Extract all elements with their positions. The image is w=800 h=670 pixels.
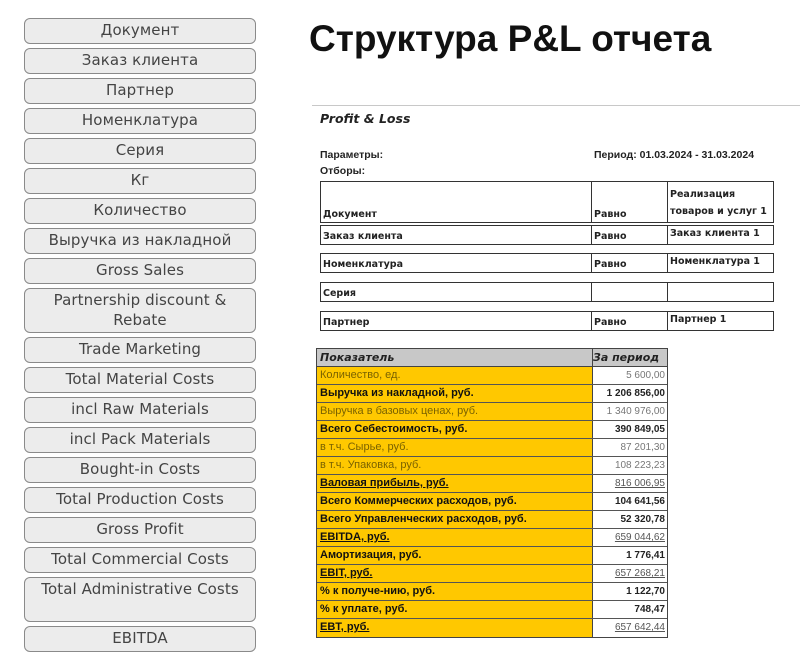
table-row: Количество, ед. 5 600,00 [317, 367, 667, 385]
field-item[interactable]: Bought-in Costs [24, 457, 256, 483]
metric-label: Выручка из накладной, руб. [317, 385, 593, 402]
metric-label: Выручка в базовых ценах, руб. [317, 403, 593, 420]
field-item[interactable]: Партнер [24, 78, 256, 104]
filter-value: Реализация товаров и услуг 1 [670, 189, 767, 217]
metric-label: Всего Себестоимость, руб. [317, 421, 593, 438]
field-item[interactable]: EBITDA [24, 626, 256, 652]
metric-value: 657 642,44 [593, 619, 667, 637]
params-label: Параметры: [320, 149, 384, 161]
metric-value: 1 340 976,00 [593, 403, 667, 420]
metric-label: Всего Управленческих расходов, руб. [317, 511, 593, 528]
field-item[interactable]: Trade Marketing [24, 337, 256, 363]
report-title: Profit & Loss [320, 111, 411, 126]
metric-value: 5 600,00 [593, 367, 667, 384]
metric-value: 816 006,95 [593, 475, 667, 492]
metric-label: % к уплате, руб. [317, 601, 593, 618]
field-item[interactable]: Total Production Costs [24, 487, 256, 513]
column-header: За период [593, 349, 667, 366]
metric-value: 108 223,23 [593, 457, 667, 474]
filter-condition: Равно [592, 254, 668, 272]
filter-row: Серия [320, 282, 774, 302]
metric-label: Всего Коммерческих расходов, руб. [317, 493, 593, 510]
table-row: Всего Управленческих расходов, руб. 52 32… [317, 511, 667, 529]
table-row: EBITDA, руб. 659 044,62 [317, 529, 667, 547]
table-row: EBT, руб. 657 642,44 [317, 619, 667, 637]
metric-value: 657 268,21 [593, 565, 667, 582]
filter-field: Заказ клиента [321, 226, 592, 244]
table-header: Показатель За период [317, 349, 667, 367]
field-item[interactable]: Total Commercial Costs [24, 547, 256, 573]
metric-label: EBIT, руб. [317, 565, 593, 582]
filter-row: Номенклатура Равно Номенклатура 1 [320, 253, 774, 273]
metric-value: 659 044,62 [593, 529, 667, 546]
filter-value [668, 283, 773, 301]
filter-field: Документ [321, 182, 592, 222]
metric-value: 390 849,05 [593, 421, 667, 438]
table-row: Амортизация, руб. 1 776,41 [317, 547, 667, 565]
filter-condition: Равно [592, 312, 668, 330]
metric-label: EBITDA, руб. [317, 529, 593, 546]
divider [312, 105, 800, 106]
filter-row: Документ Равно Реализация товаров и услуг … [320, 181, 774, 223]
metric-label: EBT, руб. [317, 619, 593, 637]
filter-field: Серия [321, 283, 592, 301]
field-item[interactable]: Количество [24, 198, 256, 224]
metric-label: в т.ч. Упаковка, руб. [317, 457, 593, 474]
field-item[interactable]: Заказ клиента [24, 48, 256, 74]
filter-field: Номенклатура [321, 254, 592, 272]
field-item[interactable]: Gross Sales [24, 258, 256, 284]
table-row: Всего Коммерческих расходов, руб. 104 641… [317, 493, 667, 511]
field-item[interactable]: Gross Profit [24, 517, 256, 543]
filter-condition: Равно [592, 226, 668, 244]
filter-row: Партнер Равно Партнер 1 [320, 311, 774, 331]
metric-value: 748,47 [593, 601, 667, 618]
filter-value: Партнер 1 [670, 314, 727, 325]
field-item[interactable]: Partnership discount & Rebate [24, 288, 256, 333]
period-label: Период: 01.03.2024 - 31.03.2024 [594, 149, 755, 161]
metric-value: 1 206 856,00 [593, 385, 667, 402]
field-item[interactable]: incl Raw Materials [24, 397, 256, 423]
filter-condition: Равно [592, 182, 668, 222]
field-item[interactable]: Выручка из накладной [24, 228, 256, 254]
field-item[interactable]: Серия [24, 138, 256, 164]
metric-value: 1 776,41 [593, 547, 667, 564]
table-row: Всего Себестоимость, руб. 390 849,05 [317, 421, 667, 439]
metric-label: Валовая прибыль, руб. [317, 475, 593, 492]
table-row: EBIT, руб. 657 268,21 [317, 565, 667, 583]
table-row: в т.ч. Упаковка, руб. 108 223,23 [317, 457, 667, 475]
filter-value: Заказ клиента 1 [670, 228, 760, 239]
metric-label: Амортизация, руб. [317, 547, 593, 564]
field-item[interactable]: Документ [24, 18, 256, 44]
filter-condition [592, 283, 668, 301]
filters-label: Отборы: [320, 165, 366, 177]
table-row: % к получе-нию, руб. 1 122,70 [317, 583, 667, 601]
metric-label: % к получе-нию, руб. [317, 583, 593, 600]
pl-table: Показатель За период Количество, ед. 5 600,… [316, 348, 668, 638]
field-item[interactable]: Кг [24, 168, 256, 194]
table-row: в т.ч. Сырье, руб. 87 201,30 [317, 439, 667, 457]
metric-value: 1 122,70 [593, 583, 667, 600]
table-row: Выручка из накладной, руб. 1 206 856,00 [317, 385, 667, 403]
page-title: Структура P&L отчета [309, 18, 712, 59]
metric-value: 52 320,78 [593, 511, 667, 528]
field-item[interactable]: Total Material Costs [24, 367, 256, 393]
metric-label: в т.ч. Сырье, руб. [317, 439, 593, 456]
table-row: Валовая прибыль, руб. 816 006,95 [317, 475, 667, 493]
metric-value: 87 201,30 [593, 439, 667, 456]
filter-value: Номенклатура 1 [670, 256, 760, 267]
metric-label: Количество, ед. [317, 367, 593, 384]
field-item[interactable]: Total Administrative Costs [24, 577, 256, 622]
column-header: Показатель [317, 349, 593, 366]
field-list: Документ Заказ клиента Партнер Номенклатура… [24, 18, 256, 656]
filter-field: Партнер [321, 312, 592, 330]
table-row: % к уплате, руб. 748,47 [317, 601, 667, 619]
table-row: Выручка в базовых ценах, руб. 1 340 976,0… [317, 403, 667, 421]
metric-value: 104 641,56 [593, 493, 667, 510]
field-item[interactable]: incl Pack Materials [24, 427, 256, 453]
field-item[interactable]: Номенклатура [24, 108, 256, 134]
filter-row: Заказ клиента Равно Заказ клиента 1 [320, 225, 774, 245]
